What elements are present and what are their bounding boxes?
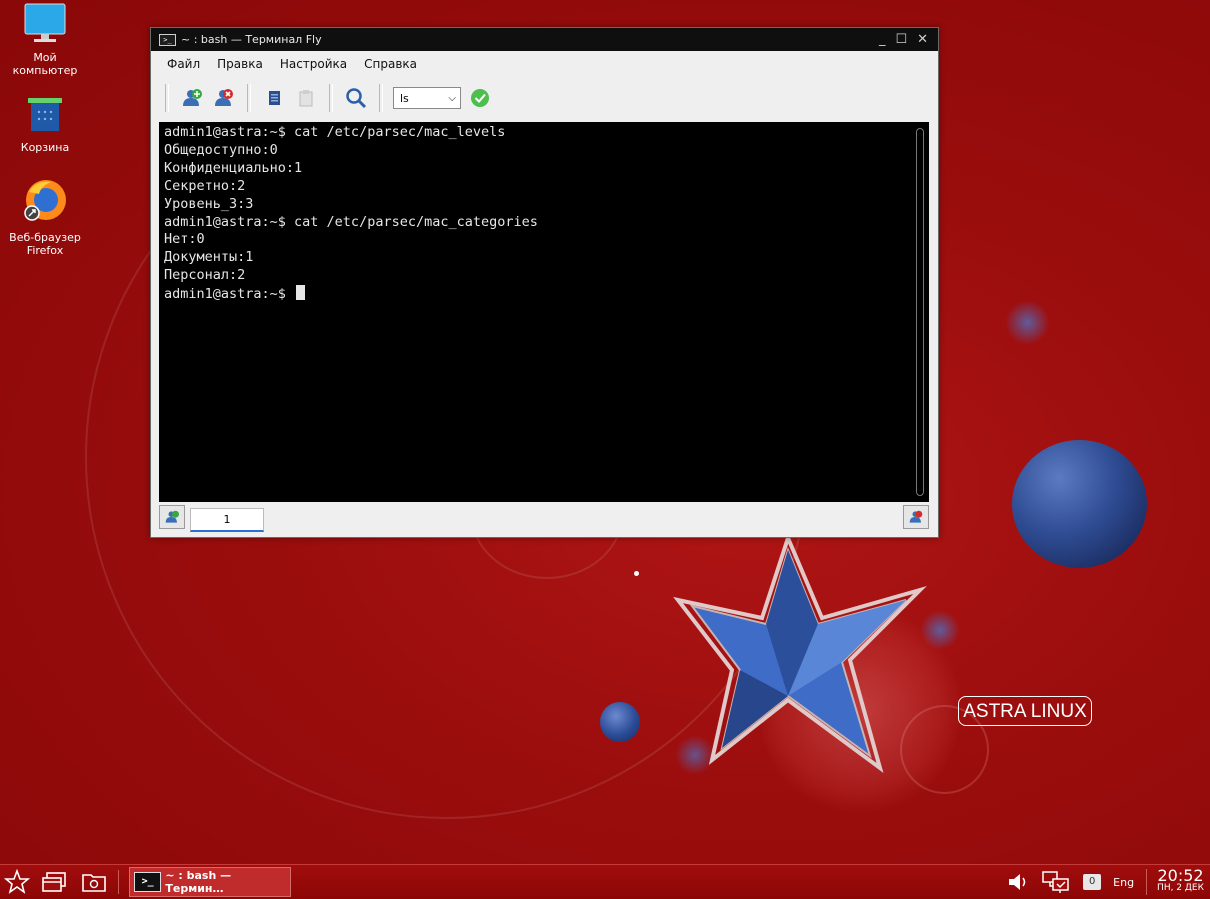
command-combobox-value: ls: [400, 91, 409, 105]
terminal-line: Общедоступно:0: [164, 141, 278, 158]
run-icon: [471, 89, 489, 107]
paste-button[interactable]: [293, 85, 319, 111]
close-tab-button[interactable]: [211, 85, 237, 111]
copy-button[interactable]: [261, 85, 287, 111]
copy-icon: [269, 91, 280, 105]
wallpaper-white-dot: [634, 571, 639, 576]
taskbar-separator: [118, 870, 119, 894]
terminal-scrollbar[interactable]: [916, 128, 924, 496]
terminal-line: Нет:0: [164, 231, 205, 248]
menu-help[interactable]: Справка: [364, 57, 417, 71]
monitor-icon: [24, 3, 66, 42]
menu-bar: Файл Правка Настройка Справка: [151, 51, 938, 77]
close-tab-bottom-button[interactable]: [903, 505, 929, 529]
windows-icon: [42, 872, 66, 892]
minimize-button[interactable]: _: [879, 32, 886, 47]
toolbar-separator: [247, 84, 251, 112]
terminal-line: admin1@astra:~$ cat /etc/parsec/mac_cate…: [164, 213, 538, 230]
terminal-line: Уровень_3:3: [164, 195, 254, 212]
tab-label: 1: [223, 513, 231, 526]
toolbar-separator: [329, 84, 333, 112]
terminal-window: >_ ~ : bash — Терминал Fly _ ☐ ✕ Файл Пр…: [150, 27, 939, 538]
close-tab-icon: [909, 510, 923, 523]
toolbar-separator: [379, 84, 383, 112]
wallpaper-blue-blur-3: [675, 735, 715, 775]
chevron-down-icon: ⌵: [448, 92, 456, 104]
terminal-icon: >_: [159, 33, 176, 46]
star-icon: [4, 869, 30, 894]
show-windows-button[interactable]: [34, 871, 74, 893]
terminal-line: Конфиденциально:1: [164, 159, 303, 176]
wallpaper-blue-blur-1: [1005, 300, 1050, 345]
desktop-icon-label: Firefox: [26, 244, 64, 257]
astra-linux-logo-text: ASTRA LINUX: [963, 701, 1087, 722]
wallpaper-glow: [760, 600, 960, 820]
wallpaper-blue-sphere-small: [600, 702, 640, 742]
folder-icon: [82, 874, 106, 892]
wallpaper-blue-blur-2: [920, 610, 960, 650]
maximize-button[interactable]: ☐: [895, 32, 907, 47]
keyboard-indicator[interactable]: 0: [1083, 874, 1102, 890]
start-menu-button[interactable]: [0, 869, 34, 895]
window-title: ~ : bash — Терминал Fly: [181, 33, 322, 46]
taskbar-app-terminal[interactable]: >_ ~ : bash — Термин…: [129, 867, 291, 897]
run-command-button[interactable]: [467, 85, 493, 111]
network-icon: [1042, 871, 1069, 893]
desktop-icon-label: компьютер: [12, 64, 78, 77]
clock[interactable]: 20:52 ПН, 2 ДЕК: [1146, 866, 1204, 895]
menu-settings[interactable]: Настройка: [280, 57, 347, 71]
add-tab-button[interactable]: [159, 505, 185, 529]
paste-icon: [299, 90, 313, 107]
new-tab-icon: [183, 89, 202, 106]
menu-edit[interactable]: Правка: [217, 57, 263, 71]
desktop-icon-my-computer[interactable]: Мой компьютер: [2, 2, 88, 77]
toolbar-separator: [165, 84, 169, 112]
speaker-icon: [1009, 874, 1026, 890]
wallpaper-blue-sphere-large: [1012, 440, 1147, 568]
command-combobox[interactable]: ls ⌵: [393, 87, 461, 109]
taskbar: >_ ~ : bash — Термин… 0 Eng 20:52 ПН, 2 …: [0, 864, 1210, 899]
close-tab-icon: [215, 89, 233, 106]
new-tab-button[interactable]: [179, 85, 205, 111]
new-tab-icon: [165, 510, 179, 523]
desktop-icon-label: Мой: [33, 51, 57, 64]
desktop-icon-firefox[interactable]: Веб-браузер Firefox: [2, 178, 88, 257]
menu-file[interactable]: Файл: [167, 57, 200, 71]
search-button[interactable]: [343, 85, 369, 111]
window-titlebar[interactable]: >_ ~ : bash — Терминал Fly _ ☐ ✕: [151, 28, 938, 51]
desktop-icon-label: Веб-браузер: [9, 231, 81, 244]
file-manager-button[interactable]: [74, 871, 114, 893]
desktop-icon-trash[interactable]: Корзина: [2, 96, 88, 154]
terminal-icon: >_: [134, 872, 162, 892]
keyboard-layout[interactable]: Eng: [1113, 876, 1134, 889]
tab-1[interactable]: 1: [190, 508, 264, 532]
close-button[interactable]: ✕: [917, 32, 928, 47]
system-tray: 0 Eng 20:52 ПН, 2 ДЕК: [1007, 866, 1210, 895]
clock-time: 20:52: [1157, 866, 1204, 885]
volume-button[interactable]: [1007, 872, 1029, 892]
terminal-screen[interactable]: admin1@astra:~$ cat /etc/parsec/mac_leve…: [159, 122, 929, 502]
firefox-icon: [24, 180, 66, 221]
toolbar: ls ⌵: [151, 77, 938, 119]
taskbar-app-label: ~ : bash — Термин…: [165, 869, 232, 895]
tab-bar: 1: [159, 504, 929, 532]
terminal-line: admin1@astra:~$ cat /etc/parsec/mac_leve…: [164, 124, 506, 140]
terminal-cursor: [296, 285, 306, 301]
trash-icon: [28, 98, 62, 131]
astra-linux-logo: ASTRA LINUX: [958, 696, 1092, 726]
terminal-line: Секретно:2: [164, 177, 246, 194]
terminal-line: Документы:1: [164, 249, 254, 266]
desktop-icon-label: Корзина: [20, 141, 70, 154]
clock-date: ПН, 2 ДЕК: [1157, 883, 1204, 893]
terminal-line: Персонал:2: [164, 267, 246, 284]
terminal-prompt: admin1@astra:~$: [164, 286, 295, 303]
network-button[interactable]: [1041, 870, 1071, 894]
search-icon: [346, 88, 367, 109]
wallpaper-star-icon: [673, 532, 927, 774]
terminal-prompt-line: admin1@astra:~$: [164, 285, 929, 304]
